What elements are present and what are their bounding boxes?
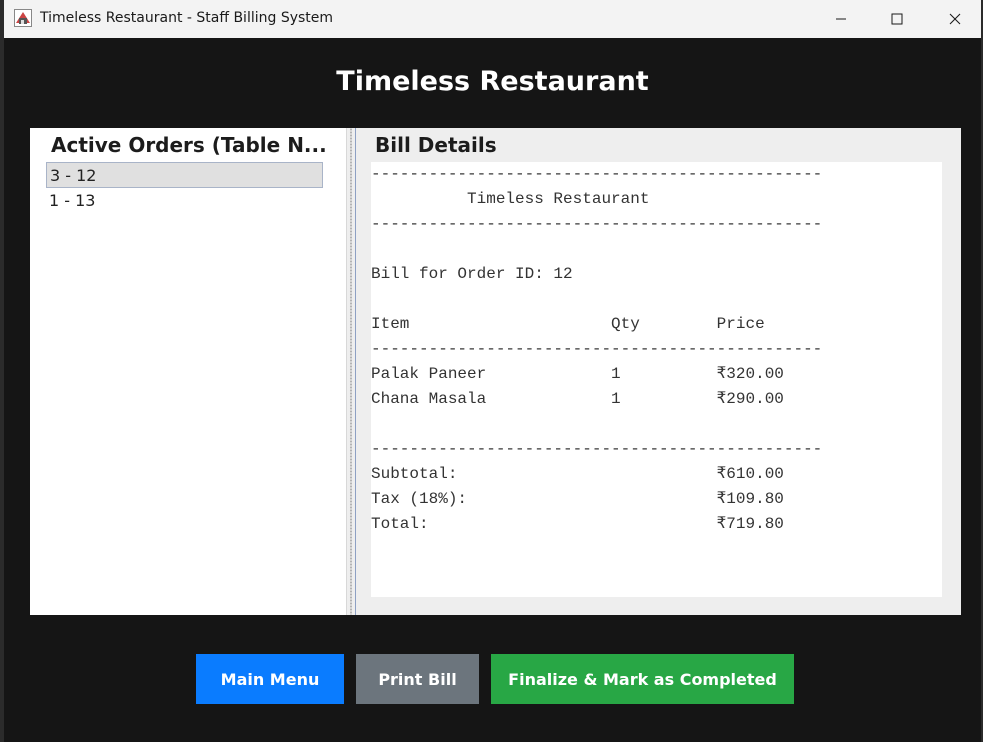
java-app-icon (14, 9, 32, 27)
title-bar[interactable]: Timeless Restaurant - Staff Billing Syst… (4, 0, 981, 38)
print-bill-button[interactable]: Print Bill (356, 654, 479, 704)
main-menu-button[interactable]: Main Menu (196, 654, 344, 704)
order-list-item[interactable]: 3 - 12 (46, 162, 323, 188)
order-list-item[interactable]: 1 - 13 (46, 188, 323, 214)
bill-details-title: Bill Details (375, 133, 497, 157)
finalize-button[interactable]: Finalize & Mark as Completed (491, 654, 794, 704)
active-orders-title: Active Orders (Table N... (51, 133, 327, 157)
bill-text: ----------------------------------------… (371, 165, 823, 533)
active-orders-panel: Active Orders (Table N... 3 - 12 1 - 13 (30, 128, 346, 615)
minimize-icon (836, 18, 846, 20)
minimize-button[interactable] (818, 0, 864, 38)
active-orders-list[interactable]: 3 - 12 1 - 13 (46, 162, 323, 214)
close-button[interactable] (932, 0, 978, 38)
bill-details-panel: Bill Details ---------------------------… (356, 128, 961, 615)
close-icon (949, 13, 961, 25)
window-title: Timeless Restaurant - Staff Billing Syst… (40, 10, 334, 26)
page-title: Timeless Restaurant (336, 66, 649, 97)
app-window: Timeless Restaurant - Staff Billing Syst… (4, 0, 981, 742)
maximize-icon (891, 13, 903, 25)
maximize-button[interactable] (874, 0, 920, 38)
split-pane-divider[interactable] (346, 128, 356, 615)
divider-grip (350, 128, 352, 615)
bill-text-area[interactable]: ----------------------------------------… (371, 162, 942, 597)
